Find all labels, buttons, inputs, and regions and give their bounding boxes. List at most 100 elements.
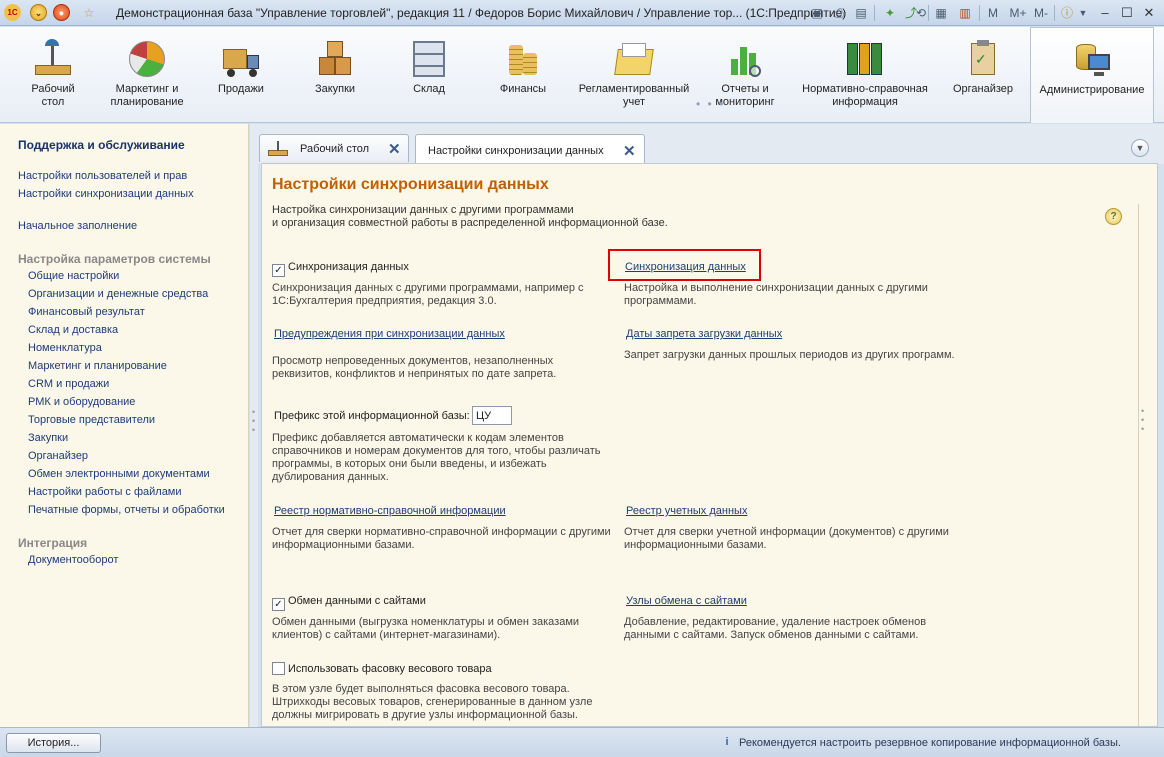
back-icon[interactable]: ● (53, 4, 70, 21)
app-logo-icon[interactable]: 1С (4, 4, 21, 21)
prefix-label: Префикс этой информационной базы: (274, 410, 470, 422)
sync-data-link[interactable]: Синхронизация данных (625, 261, 746, 273)
prohibit-dates-description: Запрет загрузки данных прошлых периодов … (624, 349, 955, 361)
computer-icon (1072, 40, 1112, 80)
weight-packing-checkbox[interactable]: Использовать фасовку весового товара (272, 662, 492, 675)
section-label: Органайзер (952, 83, 1014, 95)
section-label: Администрирование (1039, 84, 1145, 96)
section-regulated-accounting[interactable]: Регламентированный учет (574, 27, 694, 123)
nav-group-integration[interactable]: Интеграция (18, 536, 87, 550)
nav-group-support[interactable]: Поддержка и обслуживание (18, 138, 185, 152)
toolbar-separator (979, 5, 980, 21)
tabs-list-chevron-icon[interactable]: ▼ (1131, 139, 1149, 157)
calculator-icon[interactable]: ▦ (932, 4, 950, 22)
memory-button-m-minus[interactable]: M- (1030, 4, 1052, 22)
checkbox-label: Обмен данными с сайтами (288, 595, 426, 607)
sync-data-checkbox[interactable]: ✓ Синхронизация данных (272, 261, 409, 277)
section-reference-info[interactable]: Нормативно-справочная информация (796, 27, 934, 123)
splitter-grip[interactable]: • • • (252, 408, 255, 435)
calendar-icon[interactable]: ▥ (956, 4, 974, 22)
nav-item-files[interactable]: Настройки работы с файлами (28, 486, 182, 498)
section-label: Нормативно-справочная информация (802, 83, 928, 108)
left-navigation: Поддержка и обслуживание Настройки польз… (0, 124, 249, 727)
close-window-button[interactable]: ✕ (1138, 3, 1160, 23)
sync-warnings-link[interactable]: Предупреждения при синхронизации данных (274, 328, 505, 340)
section-organizer[interactable]: ✓ Органайзер (946, 27, 1020, 123)
nav-item-users-rights[interactable]: Настройки пользователей и прав (18, 170, 187, 182)
nav-group-system-params[interactable]: Настройка параметров системы (18, 252, 211, 266)
section-administration[interactable]: Администрирование (1030, 27, 1154, 123)
vertical-scrollbar[interactable] (1138, 204, 1150, 726)
nav-item-print-forms[interactable]: Печатные формы, отчеты и обработки (28, 504, 225, 516)
section-purchases[interactable]: Закупки (300, 27, 370, 123)
accounting-registry-description: Отчет для сверки учетной информации (док… (624, 526, 949, 551)
preview-icon[interactable]: ▤ (852, 4, 870, 22)
maximize-button[interactable]: ☐ (1116, 3, 1138, 23)
nav-item-nomenclature[interactable]: Номенклатура (28, 342, 102, 354)
sites-exchange-checkbox[interactable]: ✓ Обмен данными с сайтами (272, 595, 426, 611)
checkbox-box[interactable]: ✓ (272, 598, 285, 611)
close-icon[interactable]: ✕ (623, 142, 636, 160)
add-favorite-icon[interactable]: ✦ (881, 4, 899, 22)
memory-button-m[interactable]: M (984, 4, 1002, 22)
section-warehouse[interactable]: Склад (394, 27, 464, 123)
prohibit-dates-link[interactable]: Даты запрета загрузки данных (626, 328, 782, 340)
dropdown-arrow-icon[interactable]: ▼ (1074, 4, 1092, 22)
nav-item-sales-reps[interactable]: Торговые представители (28, 414, 155, 426)
nav-item-marketing[interactable]: Маркетинг и планирование (28, 360, 167, 372)
warehouse-icon (409, 39, 449, 79)
print-icon[interactable]: ⎙ (830, 4, 848, 22)
nav-item-initial-fill[interactable]: Начальное заполнение (18, 220, 137, 232)
minimize-button[interactable]: – (1094, 3, 1116, 23)
sites-exchange-description: Обмен данными (выгрузка номенклатуры и о… (272, 616, 580, 641)
section-desktop[interactable]: Рабочий стол (17, 27, 89, 123)
history-button[interactable]: История... (6, 733, 101, 753)
nav-item-rmk-equipment[interactable]: РМК и оборудование (28, 396, 135, 408)
nav-item-orgs-money[interactable]: Организации и денежные средства (28, 288, 208, 300)
sites-exchange-nodes-link[interactable]: Узлы обмена с сайтами (626, 595, 747, 607)
section-panel: Рабочий стол Маркетинг и планирование Пр… (0, 27, 1164, 123)
nav-item-crm-sales[interactable]: CRM и продажи (28, 378, 109, 390)
section-marketing[interactable]: Маркетинг и планирование (104, 27, 190, 123)
nav-item-warehouse-delivery[interactable]: Склад и доставка (28, 324, 118, 336)
tab-desktop[interactable]: Рабочий стол ✕ (259, 134, 409, 162)
nsi-registry-link[interactable]: Реестр нормативно-справочной информации (274, 505, 506, 517)
memory-button-m-plus[interactable]: M+ (1006, 4, 1030, 22)
section-panel-resize-handle[interactable]: • • • (696, 97, 725, 111)
toolbar-separator (1054, 5, 1055, 21)
clipboard-icon: ✓ (963, 39, 1003, 79)
status-message[interactable]: Рекомендуется настроить резервное копиро… (739, 737, 1121, 749)
sync-warnings-description: Просмотр непроведенных документов, незап… (272, 355, 557, 380)
nav-item-general[interactable]: Общие настройки (28, 270, 119, 282)
prefix-input[interactable] (472, 406, 512, 425)
tab-label: Рабочий стол (300, 143, 370, 155)
bar-chart-icon (725, 39, 765, 79)
accounting-registry-link[interactable]: Реестр учетных данных (626, 505, 747, 517)
toolbar-separator (874, 5, 875, 21)
section-sales[interactable]: Продажи (206, 27, 276, 123)
main-menu-icon[interactable]: ⌄ (30, 4, 47, 21)
tab-sync-settings[interactable]: Настройки синхронизации данных ✕ (415, 134, 645, 164)
toolbar-separator (928, 5, 929, 21)
nav-item-edi[interactable]: Обмен электронными документами (28, 468, 210, 480)
checkbox-box[interactable] (272, 662, 285, 675)
pie-chart-icon (127, 39, 167, 79)
nav-item-docflow[interactable]: Документооборот (28, 554, 118, 566)
page-title: Настройки синхронизации данных (272, 176, 549, 193)
scrollbar-grip[interactable]: • • • (1141, 407, 1144, 434)
checkbox-box[interactable]: ✓ (272, 264, 285, 277)
nav-item-purchases[interactable]: Закупки (28, 432, 68, 444)
tab-bar: Рабочий стол ✕ Настройки синхронизации д… (258, 124, 1164, 164)
section-finance[interactable]: Финансы (488, 27, 558, 123)
help-icon[interactable]: ? (1105, 208, 1122, 225)
close-icon[interactable]: ✕ (388, 140, 401, 158)
sync-settings-form: Настройки синхронизации данных Настройка… (261, 163, 1158, 727)
title-bar: 1С ⌄ ● ☆ Демонстрационная база "Управлен… (0, 0, 1164, 26)
truck-icon (221, 39, 261, 79)
nav-item-organizer[interactable]: Органайзер (28, 450, 88, 462)
checkbox-label: Синхронизация данных (288, 261, 409, 273)
save-icon[interactable]: ▣ (808, 4, 826, 22)
nav-item-sync-settings[interactable]: Настройки синхронизации данных (18, 188, 194, 200)
favorites-star-icon[interactable]: ☆ (80, 4, 98, 22)
nav-item-financial-result[interactable]: Финансовый результат (28, 306, 145, 318)
